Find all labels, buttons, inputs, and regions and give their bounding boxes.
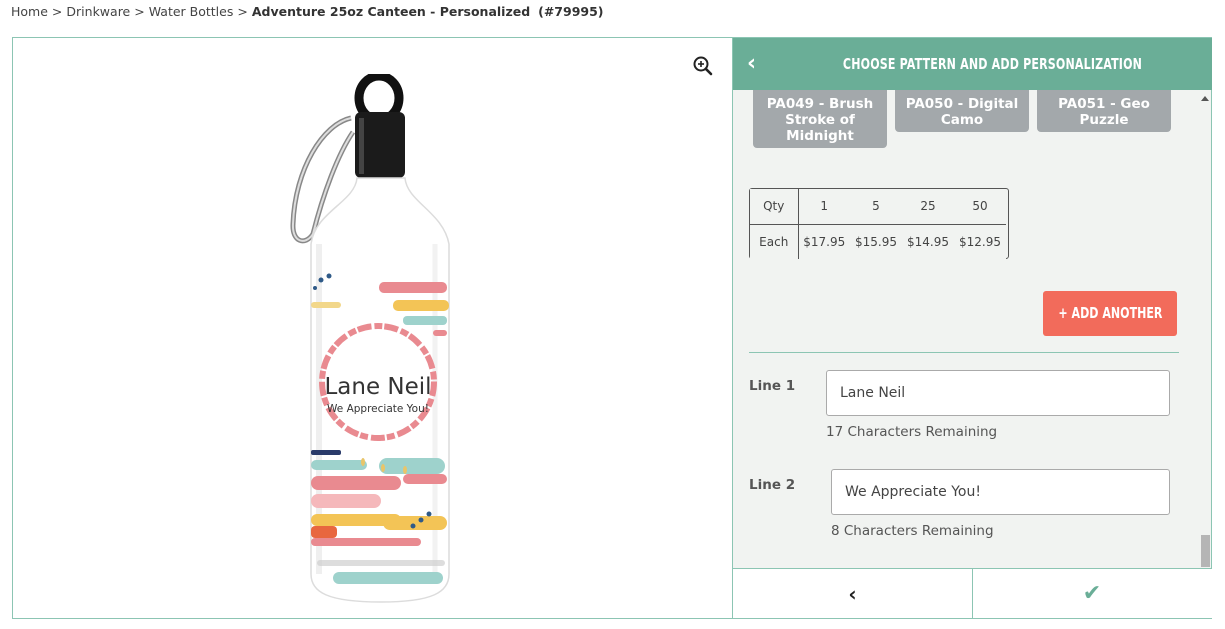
breadcrumb-water-bottles[interactable]: Water Bottles — [149, 4, 234, 19]
qty-cell: 50 — [954, 189, 1006, 225]
qty-cell: 25 — [902, 189, 954, 225]
pattern-label: PA051 - Geo Puzzle — [1058, 96, 1150, 128]
each-label: Each — [750, 224, 799, 259]
product-preview-pane: Lane Neil We Appreciate You! — [13, 38, 732, 618]
panel-header: ‹ CHOOSE PATTERN AND ADD PERSONALIZATION — [733, 38, 1212, 90]
panel-scrollbar[interactable] — [1199, 90, 1211, 568]
water-bottle-image: Lane Neil We Appreciate You! — [290, 74, 450, 603]
qty-cell: 5 — [850, 189, 902, 225]
back-chevron-icon[interactable]: ‹ — [747, 51, 756, 76]
panel-title: CHOOSE PATTERN AND ADD PERSONALIZATION — [842, 55, 1143, 73]
breadcrumb: Home > Drinkware > Water Bottles > Adventure 2… — [11, 4, 604, 19]
add-another-button[interactable]: + ADD ANOTHER — [1043, 291, 1177, 336]
previous-step-button[interactable]: ‹ — [733, 569, 973, 619]
scroll-up-arrow-icon[interactable] — [1201, 96, 1209, 101]
pattern-card-pa050[interactable]: PA050 - Digital Camo — [895, 90, 1029, 132]
bottle-text-line1: Lane Neil — [324, 374, 431, 400]
line2-remaining: 8 Characters Remaining — [831, 523, 994, 539]
line2-input[interactable] — [831, 469, 1170, 515]
pattern-card-pa051[interactable]: PA051 - Geo Puzzle — [1037, 90, 1171, 132]
customization-panel: ‹ CHOOSE PATTERN AND ADD PERSONALIZATION… — [732, 38, 1212, 619]
price-cell: $17.95 — [803, 234, 846, 249]
qty-cell: 1 — [798, 189, 850, 225]
price-table: Qty 1 5 25 50 Each $17.95 $15.95 $14.95 … — [749, 188, 1009, 259]
breadcrumb-current: Adventure 25oz Canteen - Personalized — [251, 4, 531, 19]
price-cell: $14.95 — [907, 234, 949, 249]
zoom-in-icon[interactable] — [692, 55, 714, 77]
scrollbar-thumb[interactable] — [1201, 535, 1210, 567]
section-divider — [749, 352, 1179, 353]
panel-scroll-area[interactable]: PA049 - Brush Stroke of Midnight PA050 -… — [733, 90, 1212, 568]
product-customizer: Lane Neil We Appreciate You! ‹ CHOOSE PA… — [12, 37, 1212, 619]
line1-label: Line 1 — [749, 378, 796, 394]
breadcrumb-sku: (#79995) — [538, 4, 604, 19]
panel-footer: ‹ ✔ — [733, 568, 1212, 619]
line2-label: Line 2 — [749, 477, 796, 493]
confirm-checkmark-button[interactable]: ✔ — [973, 569, 1211, 619]
pattern-label: PA049 - Brush Stroke of Midnight — [766, 96, 874, 144]
bottle-text-line2: We Appreciate You! — [327, 403, 429, 415]
price-cell: $12.95 — [959, 234, 1001, 249]
breadcrumb-home[interactable]: Home — [11, 4, 48, 19]
pattern-card-pa049[interactable]: PA049 - Brush Stroke of Midnight — [753, 90, 887, 148]
qty-label: Qty — [750, 189, 799, 225]
pattern-label: PA050 - Digital Camo — [905, 96, 1019, 128]
breadcrumb-drinkware[interactable]: Drinkware — [66, 4, 130, 19]
price-cell: $15.95 — [855, 234, 897, 249]
line1-input[interactable] — [826, 370, 1170, 416]
line1-remaining: 17 Characters Remaining — [826, 424, 998, 440]
